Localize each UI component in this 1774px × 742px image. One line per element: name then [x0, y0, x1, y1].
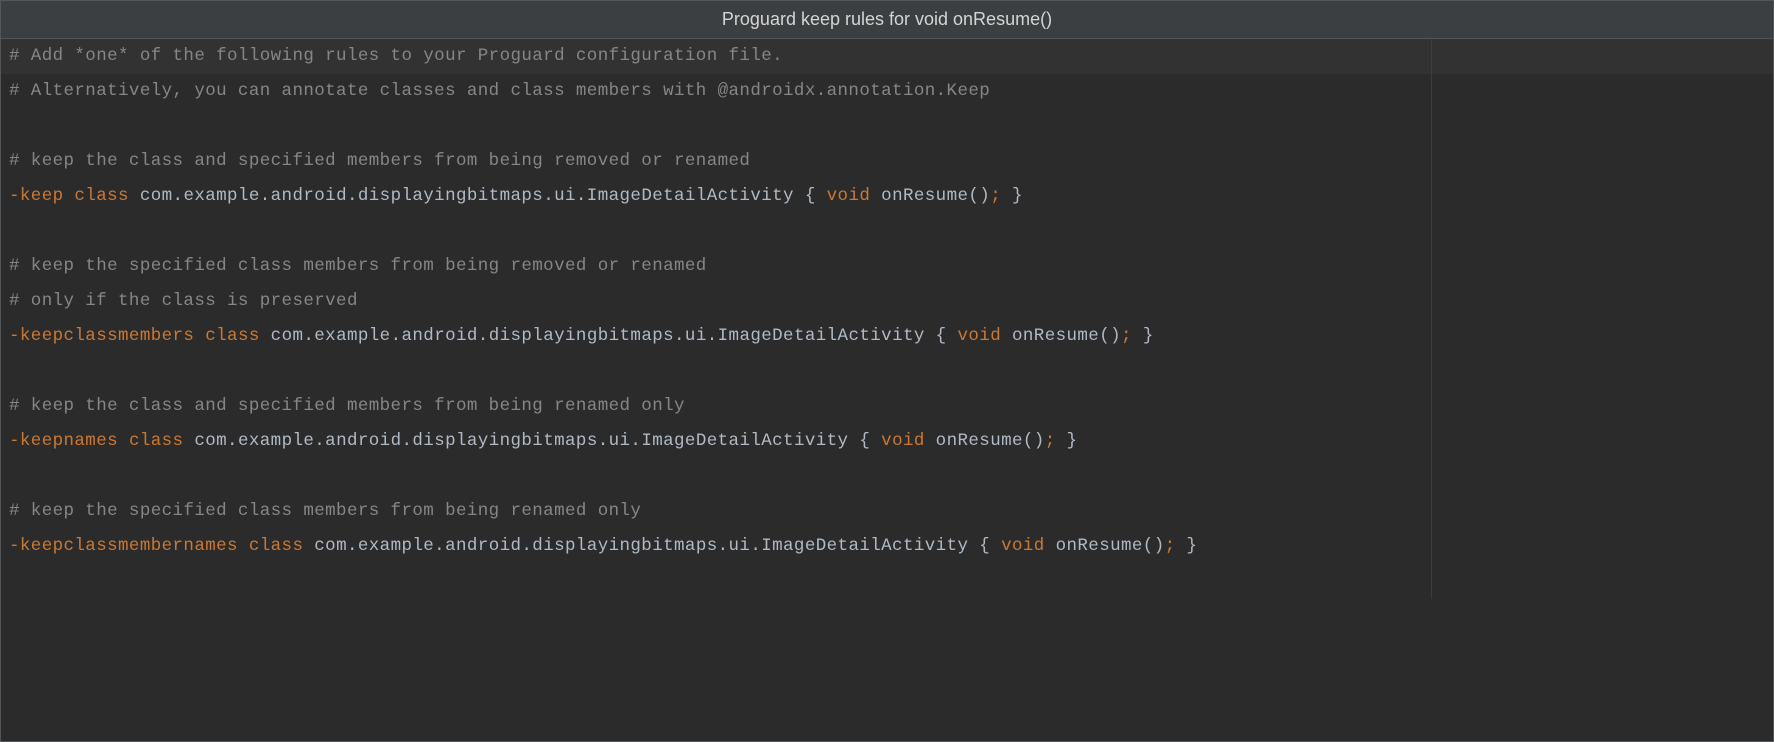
rule-body: com.example.android.displayingbitmaps.ui…: [129, 179, 827, 214]
return-type: void: [827, 179, 871, 214]
rule-body: com.example.android.displayingbitmaps.ui…: [303, 529, 1001, 564]
semicolon: ;: [1045, 424, 1056, 459]
comment-text: # keep the class and specified members f…: [9, 144, 750, 179]
rule-body: com.example.android.displayingbitmaps.ui…: [260, 319, 958, 354]
proguard-keyword: -keepclassmembers: [9, 319, 194, 354]
code-line: [1, 459, 1773, 494]
code-line: # Alternatively, you can annotate classe…: [1, 74, 1773, 109]
window-title: Proguard keep rules for void onResume(): [722, 9, 1052, 30]
code-line: -keepclassmembers class com.example.andr…: [1, 319, 1773, 354]
proguard-keyword: -keepnames: [9, 424, 118, 459]
code-line: [1, 564, 1773, 599]
return-type: void: [1001, 529, 1045, 564]
rule-body: com.example.android.displayingbitmaps.ui…: [183, 424, 881, 459]
comment-text: # keep the specified class members from …: [9, 249, 707, 284]
semicolon: ;: [1165, 529, 1176, 564]
class-keyword: class: [205, 319, 260, 354]
comment-text: # only if the class is preserved: [9, 284, 358, 319]
code-line: [1, 354, 1773, 389]
code-line: # only if the class is preserved: [1, 284, 1773, 319]
code-line: -keep class com.example.android.displayi…: [1, 179, 1773, 214]
comment-text: # Alternatively, you can annotate classe…: [9, 74, 990, 109]
method-name: onResume(): [1045, 529, 1165, 564]
method-name: onResume(): [1001, 319, 1121, 354]
code-editor[interactable]: # Add *one* of the following rules to yo…: [1, 39, 1773, 599]
return-type: void: [881, 424, 925, 459]
code-line: # Add *one* of the following rules to yo…: [1, 39, 1773, 74]
code-line: # keep the specified class members from …: [1, 249, 1773, 284]
class-keyword: class: [74, 179, 129, 214]
code-line: [1, 109, 1773, 144]
semicolon: ;: [990, 179, 1001, 214]
proguard-keyword: -keepclassmembernames: [9, 529, 238, 564]
rule-tail: }: [1001, 179, 1023, 214]
code-line: -keepclassmembernames class com.example.…: [1, 529, 1773, 564]
comment-text: # keep the class and specified members f…: [9, 389, 685, 424]
method-name: onResume(): [870, 179, 990, 214]
rule-tail: }: [1176, 529, 1198, 564]
code-line: [1, 214, 1773, 249]
return-type: void: [957, 319, 1001, 354]
comment-text: # Add *one* of the following rules to yo…: [9, 39, 783, 74]
code-line: # keep the class and specified members f…: [1, 144, 1773, 179]
class-keyword: class: [249, 529, 304, 564]
semicolon: ;: [1121, 319, 1132, 354]
rule-tail: }: [1056, 424, 1078, 459]
code-line: -keepnames class com.example.android.dis…: [1, 424, 1773, 459]
code-line: # keep the class and specified members f…: [1, 389, 1773, 424]
rule-tail: }: [1132, 319, 1154, 354]
window-titlebar: Proguard keep rules for void onResume(): [1, 1, 1773, 39]
comment-text: # keep the specified class members from …: [9, 494, 641, 529]
code-line: # keep the specified class members from …: [1, 494, 1773, 529]
class-keyword: class: [129, 424, 184, 459]
method-name: onResume(): [925, 424, 1045, 459]
right-margin-guide: [1431, 39, 1432, 599]
proguard-keyword: -keep: [9, 179, 64, 214]
